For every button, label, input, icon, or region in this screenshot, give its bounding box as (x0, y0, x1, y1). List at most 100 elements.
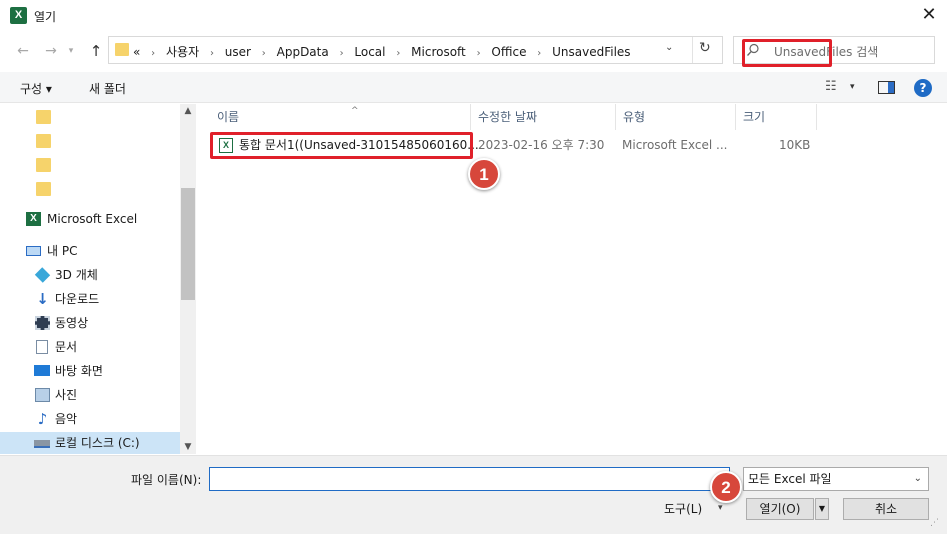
nav-item-label: 문서 (55, 340, 78, 354)
navigation-pane: X Microsoft Excel 내 PC 3D 개체 ↓ 다운로드 동영상 … (0, 104, 196, 454)
breadcrumb-item[interactable]: Local (354, 45, 385, 59)
breadcrumb-separator[interactable]: › (262, 48, 266, 59)
breadcrumb-separator[interactable]: › (477, 48, 481, 59)
close-button[interactable]: ✕ (916, 4, 942, 28)
excel-icon: X (26, 212, 41, 226)
cancel-button[interactable]: 취소 (843, 498, 929, 520)
title-bar: X 열기 ✕ (0, 0, 947, 32)
drive-icon (34, 440, 50, 448)
filetype-value: 모든 Excel 파일 (748, 472, 832, 486)
nav-item-label: 다운로드 (55, 292, 100, 306)
column-header-name[interactable]: ^ 이름 (211, 104, 471, 130)
breadcrumb-separator[interactable]: › (340, 48, 344, 59)
open-button[interactable]: 열기(O) (746, 498, 814, 520)
breadcrumb-item[interactable]: UnsavedFiles (552, 45, 630, 59)
column-header-type[interactable]: 유형 (617, 104, 736, 130)
tools-button[interactable]: 도구(L) (664, 500, 702, 517)
nav-item-videos[interactable]: 동영상 (0, 312, 180, 334)
dialog-footer: 파일 이름(N): 모든 Excel 파일 ⌄ 도구(L) ▾ 열기(O) ▼ … (0, 455, 947, 534)
document-icon (36, 340, 48, 354)
breadcrumb-item[interactable]: user (225, 45, 251, 59)
nav-folder-item[interactable] (0, 130, 180, 152)
nav-item-desktop[interactable]: 바탕 화면 (0, 360, 180, 382)
address-divider (692, 37, 693, 63)
file-modified: 2023-02-16 오후 7:30 (478, 138, 605, 152)
file-size: 10KB (779, 138, 811, 152)
excel-app-icon: X (10, 7, 27, 24)
refresh-icon[interactable]: ↻ (699, 40, 711, 56)
scroll-thumb[interactable] (181, 188, 195, 300)
3d-objects-icon (34, 267, 51, 283)
back-button[interactable]: ← (12, 40, 34, 62)
address-bar[interactable]: « › 사용자 › user › AppData › Local › Micro… (108, 36, 723, 64)
open-split-dropdown[interactable]: ▼ (815, 498, 829, 520)
nav-item-label: 사진 (55, 388, 78, 402)
nav-item-microsoft-excel[interactable]: X Microsoft Excel (0, 208, 180, 230)
filename-field[interactable] (209, 467, 730, 491)
folder-icon (36, 134, 51, 148)
view-dropdown-icon[interactable]: ▾ (850, 82, 855, 92)
step-badge-2: 2 (710, 471, 742, 503)
file-highlight-box (210, 132, 473, 159)
resize-grip[interactable]: ⋰ (930, 518, 939, 528)
breadcrumb-separator[interactable]: › (537, 48, 541, 59)
breadcrumb-item[interactable]: 사용자 (166, 45, 199, 59)
folder-icon (115, 43, 129, 56)
address-dropdown-icon[interactable]: ⌄ (665, 42, 673, 53)
open-highlight-box (742, 39, 832, 67)
breadcrumb-item[interactable]: AppData (277, 45, 329, 59)
forward-button[interactable]: → (40, 40, 62, 62)
nav-item-label: 음악 (55, 412, 78, 426)
column-header-size[interactable]: 크기 (737, 104, 817, 130)
folder-icon (36, 182, 51, 196)
scroll-down-icon[interactable]: ▼ (180, 442, 196, 452)
nav-item-3d-objects[interactable]: 3D 개체 (0, 264, 180, 286)
breadcrumb-overflow[interactable]: « (133, 45, 140, 59)
picture-icon (35, 388, 50, 402)
video-icon (35, 316, 50, 330)
nav-item-label: 바탕 화면 (55, 364, 103, 378)
recent-locations-dropdown[interactable]: ▾ (64, 40, 78, 62)
help-icon[interactable]: ? (914, 79, 932, 97)
toolbar: 구성 ▾ 새 폴더 ☷ ▾ ? (0, 72, 947, 103)
sort-ascending-icon: ^ (351, 106, 359, 116)
file-type: Microsoft Excel ... (622, 138, 728, 152)
pc-icon (26, 246, 41, 256)
breadcrumb-item[interactable]: Office (491, 45, 526, 59)
scroll-up-icon[interactable]: ▲ (180, 106, 196, 116)
folder-icon (36, 158, 51, 172)
nav-item-label: 로컬 디스크 (C:) (55, 436, 140, 450)
desktop-icon (34, 365, 50, 376)
up-button[interactable]: ↑ (86, 40, 106, 62)
breadcrumb-separator[interactable]: › (210, 48, 214, 59)
tools-dropdown-icon[interactable]: ▾ (718, 503, 723, 513)
nav-item-documents[interactable]: 문서 (0, 336, 180, 358)
nav-folder-item[interactable] (0, 178, 180, 200)
nav-folder-item[interactable] (0, 154, 180, 176)
download-icon: ↓ (36, 290, 49, 308)
nav-scrollbar[interactable]: ▲ ▼ (180, 104, 196, 454)
view-options-icon[interactable]: ☷ (825, 79, 837, 94)
chevron-down-icon: ⌄ (913, 473, 922, 484)
nav-item-pictures[interactable]: 사진 (0, 384, 180, 406)
nav-item-label: Microsoft Excel (47, 212, 138, 226)
nav-item-label: 3D 개체 (55, 268, 98, 282)
column-header-modified[interactable]: 수정한 날짜 (472, 104, 616, 130)
nav-item-this-pc[interactable]: 내 PC (0, 240, 180, 262)
nav-item-music[interactable]: ♪ 음악 (0, 408, 180, 430)
breadcrumb-item[interactable]: Microsoft (411, 45, 466, 59)
nav-folder-item[interactable] (0, 106, 180, 128)
window-title: 열기 (34, 10, 57, 24)
preview-pane-icon[interactable] (878, 81, 895, 94)
folder-icon (36, 110, 51, 124)
breadcrumb: « › 사용자 › user › AppData › Local › Micro… (133, 43, 631, 60)
filename-label: 파일 이름(N): (131, 473, 202, 487)
breadcrumb-separator[interactable]: › (151, 48, 155, 59)
nav-item-downloads[interactable]: ↓ 다운로드 (0, 288, 180, 310)
music-icon: ♪ (37, 410, 48, 428)
nav-item-local-disk[interactable]: 로컬 디스크 (C:) (0, 432, 180, 454)
organize-button[interactable]: 구성 ▾ (20, 80, 52, 97)
new-folder-button[interactable]: 새 폴더 (89, 80, 126, 97)
filetype-select[interactable]: 모든 Excel 파일 ⌄ (743, 467, 929, 491)
breadcrumb-separator[interactable]: › (396, 48, 400, 59)
